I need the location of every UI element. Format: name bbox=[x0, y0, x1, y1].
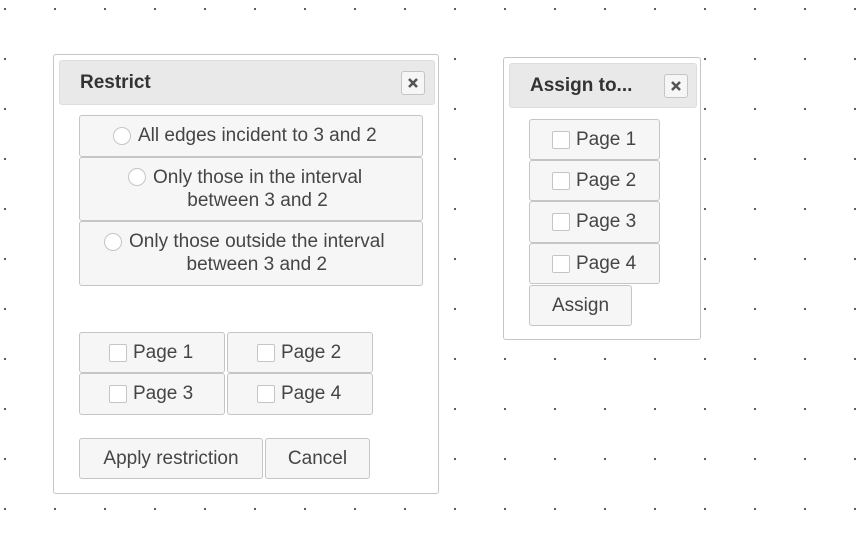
checkbox-label: Page 1 bbox=[576, 129, 637, 150]
page-3-checkbox-button[interactable]: Page 3 bbox=[79, 373, 225, 415]
assign-dialog-title: Assign to... bbox=[530, 74, 633, 96]
checkbox[interactable] bbox=[109, 385, 127, 403]
radio-option-outside-interval[interactable]: Only those outside the interval between … bbox=[79, 221, 423, 286]
radio-option-label-line1: Only those in the interval bbox=[153, 167, 363, 188]
radio-option-all-edges[interactable]: All edges incident to 3 and 2 bbox=[79, 115, 423, 157]
apply-restriction-button[interactable]: Apply restriction bbox=[79, 438, 263, 479]
assign-dialog: Assign to... Page 1 Page 2 Page 3 Page 4… bbox=[503, 57, 701, 340]
checkbox-label: Page 1 bbox=[133, 342, 194, 363]
checkbox[interactable] bbox=[109, 344, 127, 362]
page-2-checkbox-button[interactable]: Page 2 bbox=[227, 332, 373, 373]
checkbox-label: Page 2 bbox=[281, 342, 342, 363]
checkbox-label: Page 4 bbox=[576, 253, 637, 274]
checkbox[interactable] bbox=[552, 172, 570, 190]
checkbox[interactable] bbox=[552, 131, 570, 149]
restrict-dialog-title: Restrict bbox=[80, 71, 151, 93]
cancel-button[interactable]: Cancel bbox=[265, 438, 370, 479]
restrict-dialog: Restrict All edges incident to 3 and 2 O… bbox=[53, 54, 439, 494]
radio-option-label: Only those in the interval between 3 and… bbox=[153, 166, 362, 212]
assign-page-3-checkbox-button[interactable]: Page 3 bbox=[529, 201, 660, 243]
assign-page-2-checkbox-button[interactable]: Page 2 bbox=[529, 160, 660, 201]
assign-dialog-titlebar[interactable]: Assign to... bbox=[509, 63, 697, 108]
checkbox[interactable] bbox=[552, 213, 570, 231]
close-icon bbox=[408, 78, 418, 88]
page-1-checkbox-button[interactable]: Page 1 bbox=[79, 332, 225, 373]
close-icon bbox=[671, 81, 681, 91]
radio-option-label-line2: between 3 and 2 bbox=[187, 190, 328, 211]
radio-button[interactable] bbox=[113, 127, 131, 145]
restrict-dialog-titlebar[interactable]: Restrict bbox=[59, 60, 435, 105]
assign-button[interactable]: Assign bbox=[529, 285, 632, 326]
radio-button[interactable] bbox=[128, 168, 146, 186]
page-4-checkbox-button[interactable]: Page 4 bbox=[227, 373, 373, 415]
checkbox-label: Page 3 bbox=[133, 383, 194, 404]
assign-dialog-close-button[interactable] bbox=[664, 74, 688, 98]
radio-option-label-line1: Only those outside the interval bbox=[129, 231, 385, 252]
radio-option-label: Only those outside the interval between … bbox=[129, 230, 385, 276]
checkbox-label: Page 2 bbox=[576, 170, 637, 191]
checkbox[interactable] bbox=[552, 255, 570, 273]
restrict-dialog-close-button[interactable] bbox=[401, 71, 425, 95]
radio-button[interactable] bbox=[104, 233, 122, 251]
radio-option-label-line2: between 3 and 2 bbox=[186, 254, 328, 275]
checkbox[interactable] bbox=[257, 344, 275, 362]
radio-option-inside-interval[interactable]: Only those in the interval between 3 and… bbox=[79, 157, 423, 221]
radio-option-label: All edges incident to 3 and 2 bbox=[138, 125, 377, 146]
checkbox[interactable] bbox=[257, 385, 275, 403]
assign-page-1-checkbox-button[interactable]: Page 1 bbox=[529, 119, 660, 160]
checkbox-label: Page 4 bbox=[281, 383, 342, 404]
assign-page-4-checkbox-button[interactable]: Page 4 bbox=[529, 243, 660, 284]
checkbox-label: Page 3 bbox=[576, 211, 637, 232]
